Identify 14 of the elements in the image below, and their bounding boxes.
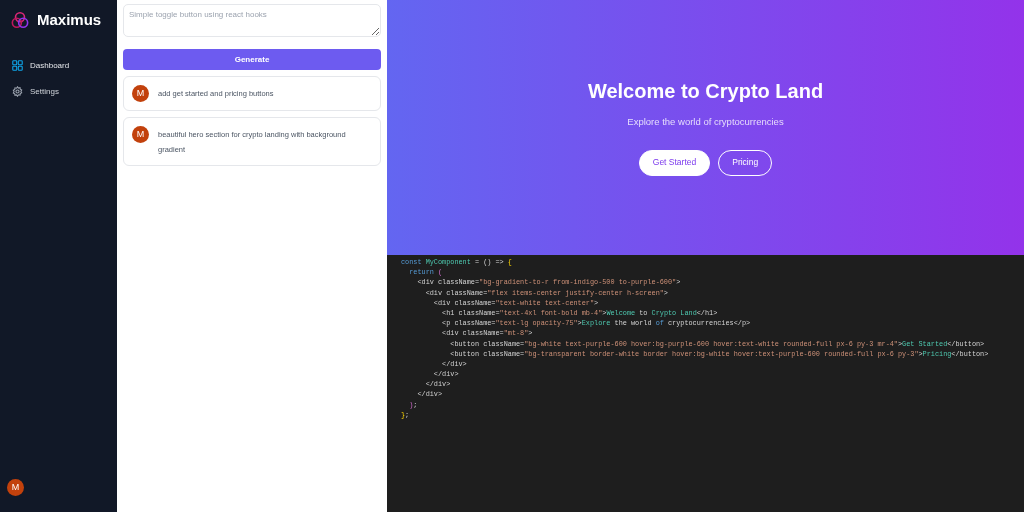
sidebar-item[interactable]: Dashboard bbox=[12, 59, 117, 72]
user-avatar: M bbox=[132, 85, 149, 102]
dashboard-icon bbox=[12, 60, 23, 71]
hero-title: Welcome to Crypto Land bbox=[587, 79, 824, 104]
get-started-button[interactable]: Get Started bbox=[638, 149, 711, 176]
sidebar-item[interactable]: Settings bbox=[12, 85, 117, 98]
brand-name: Maximus bbox=[37, 10, 102, 30]
user-avatar[interactable]: M bbox=[7, 479, 24, 496]
settings-icon bbox=[12, 86, 23, 97]
prompt-field[interactable]: Simple toggle button using react hooks bbox=[123, 4, 381, 37]
logo-icon bbox=[11, 11, 29, 30]
generate-button[interactable]: Generate bbox=[123, 49, 381, 70]
hero-subtitle: Explore the world of cryptocurrencies bbox=[627, 115, 784, 130]
user-avatar: M bbox=[132, 126, 149, 143]
